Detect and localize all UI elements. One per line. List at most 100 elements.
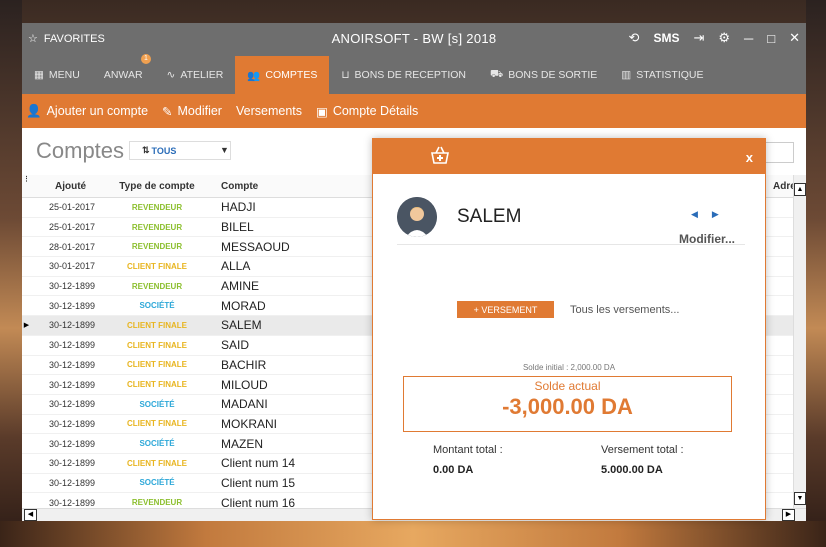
cell-date: 30-12-1899 bbox=[48, 359, 95, 370]
notification-badge: 1 bbox=[141, 54, 151, 64]
close-icon[interactable]: ✕ bbox=[789, 30, 800, 46]
menu-item-label: ATELIER bbox=[180, 69, 224, 81]
versements-label: Versements bbox=[235, 104, 302, 118]
add-account-label: Ajouter un compte bbox=[46, 104, 149, 118]
menu-item-label: ANWAR bbox=[103, 69, 143, 81]
cell-name: MADANI bbox=[221, 397, 268, 412]
modal-close-button[interactable]: x bbox=[746, 150, 753, 165]
menu-item-bons-de-reception[interactable]: ⊔ BONS DE RECEPTION bbox=[329, 56, 478, 94]
cell-date: 30-12-1899 bbox=[48, 418, 95, 429]
exit-icon[interactable]: ⇥ bbox=[693, 30, 704, 46]
cell-name: SAID bbox=[221, 338, 250, 353]
gear-icon[interactable]: ⚙ bbox=[718, 30, 730, 46]
minimize-icon[interactable]: ─ bbox=[744, 31, 753, 46]
chevron-down-icon[interactable]: ▼ bbox=[217, 140, 232, 160]
add-account-button[interactable]: 👤 Ajouter un compte bbox=[26, 104, 148, 119]
total-amount-label: Montant total : bbox=[433, 444, 503, 456]
versements-button[interactable]: Versements bbox=[236, 104, 302, 118]
background-bottom bbox=[0, 521, 826, 547]
sms-button[interactable]: SMS bbox=[653, 31, 679, 45]
cell-type: REVENDEUR bbox=[131, 498, 183, 508]
account-details-label: Compte Détails bbox=[332, 104, 419, 118]
cell-name: BILEL bbox=[221, 220, 254, 235]
account-name: SALEM bbox=[457, 206, 522, 227]
filter-value: TOUS bbox=[151, 145, 177, 156]
cell-name: SALEM bbox=[221, 318, 262, 333]
balance-value: -3,000.00 DA bbox=[502, 394, 633, 419]
cell-date: 25-01-2017 bbox=[48, 222, 95, 233]
scroll-up-icon[interactable]: ▲ bbox=[794, 183, 806, 196]
sort-icon: ⇅ bbox=[142, 145, 150, 155]
cart-icon: ⛟ bbox=[489, 68, 504, 80]
column-header-type[interactable]: Type de compte bbox=[103, 175, 211, 197]
balance-label: Solde actual bbox=[534, 379, 601, 393]
basket-plus-icon bbox=[429, 144, 451, 171]
filter-select[interactable]: ⇅ TOUS bbox=[129, 141, 231, 160]
modal-header: x bbox=[373, 139, 765, 174]
titlebar: ☆ FAVORITES ANOIRSOFT - BW [s] 2018 ⟲ SM… bbox=[22, 23, 806, 56]
menu-item-bons-de-sortie[interactable]: ⛟ BONS DE SORTIE bbox=[478, 56, 609, 94]
next-arrow-icon[interactable]: ▶ bbox=[712, 209, 719, 220]
cell-type: REVENDEUR bbox=[131, 281, 183, 291]
all-versements-link[interactable]: Tous les versements... bbox=[570, 304, 679, 316]
cell-type: CLIENT FINALE bbox=[127, 261, 187, 271]
cell-type: CLIENT FINALE bbox=[127, 380, 187, 390]
cell-date: 30-12-1899 bbox=[48, 340, 95, 351]
cell-type: REVENDEUR bbox=[131, 222, 183, 232]
menu-item-menu[interactable]: ▦ MENU bbox=[22, 56, 92, 94]
cell-type: SOCIÉTÉ bbox=[139, 399, 175, 409]
menu-item-atelier[interactable]: ∿ ATELIER bbox=[155, 56, 236, 94]
column-header-address[interactable]: Adre bbox=[773, 181, 794, 192]
menu-item-statistique[interactable]: ▥ STATISTIQUE bbox=[609, 56, 715, 94]
scroll-right-icon[interactable]: ▶ bbox=[782, 509, 795, 521]
add-user-icon: 👤 bbox=[26, 103, 42, 118]
cell-name: MILOUD bbox=[221, 377, 268, 392]
cell-date: 30-12-1899 bbox=[48, 458, 95, 469]
cell-date: 30-12-1899 bbox=[48, 477, 95, 488]
total-amount-value: 0.00 DA bbox=[433, 464, 474, 476]
cell-type: CLIENT FINALE bbox=[127, 320, 187, 330]
cell-type: SOCIÉTÉ bbox=[139, 439, 175, 449]
background-left bbox=[0, 0, 22, 547]
scroll-down-icon[interactable]: ▼ bbox=[794, 492, 806, 505]
avatar bbox=[397, 197, 437, 237]
column-indicator: ⋮ bbox=[23, 176, 30, 183]
edit-user-icon: ✎ bbox=[162, 104, 173, 119]
cell-date: 25-01-2017 bbox=[48, 202, 95, 213]
cell-name: MAZEN bbox=[221, 436, 263, 451]
modify-button[interactable]: ✎ Modifier bbox=[162, 104, 222, 119]
cell-type: REVENDEUR bbox=[131, 202, 183, 212]
cell-date: 28-01-2017 bbox=[48, 241, 95, 252]
cell-date: 30-12-1899 bbox=[48, 438, 95, 449]
add-versement-button[interactable]: + VERSEMENT bbox=[457, 301, 554, 318]
account-modal: x SALEM ◀ ▶ Modifier... + VERSEMENT Tous… bbox=[372, 138, 766, 520]
cell-date: 30-12-1899 bbox=[48, 379, 95, 390]
modify-label: Modifier bbox=[177, 104, 222, 118]
menu-item-comptes[interactable]: 👥 COMPTES bbox=[235, 56, 330, 94]
sync-icon[interactable]: ⟲ bbox=[629, 30, 640, 46]
grid-icon: ▦ bbox=[34, 69, 44, 81]
cell-type: CLIENT FINALE bbox=[127, 419, 187, 429]
previous-arrow-icon[interactable]: ◀ bbox=[691, 209, 698, 220]
cell-date: 30-01-2017 bbox=[48, 261, 95, 272]
cell-date: 30-12-1899 bbox=[48, 399, 95, 410]
pulse-icon: ∿ bbox=[166, 69, 176, 81]
cell-name: ALLA bbox=[221, 259, 251, 274]
cell-date: 30-12-1899 bbox=[48, 497, 95, 508]
maximize-icon[interactable]: □ bbox=[767, 31, 775, 46]
basket-icon: ⊔ bbox=[341, 69, 350, 81]
column-header-date[interactable]: Ajouté bbox=[31, 175, 103, 197]
cell-name: HADJI bbox=[221, 200, 256, 215]
menu-item-label: BONS DE RECEPTION bbox=[354, 69, 466, 81]
vertical-scrollbar[interactable]: ▲ ▼ bbox=[793, 175, 806, 511]
id-card-icon: ▣ bbox=[316, 104, 328, 119]
column-header-name[interactable]: Compte bbox=[211, 175, 381, 197]
scroll-left-icon[interactable]: ◀ bbox=[24, 509, 37, 521]
cell-type: CLIENT FINALE bbox=[127, 458, 187, 468]
background-right bbox=[806, 0, 826, 547]
cell-name: Client num 15 bbox=[221, 475, 296, 490]
cell-date: 30-12-1899 bbox=[48, 281, 95, 292]
account-details-button[interactable]: ▣ Compte Détails bbox=[316, 104, 418, 119]
cell-type: SOCIÉTÉ bbox=[139, 478, 175, 488]
cell-date: 30-12-1899 bbox=[48, 300, 95, 311]
